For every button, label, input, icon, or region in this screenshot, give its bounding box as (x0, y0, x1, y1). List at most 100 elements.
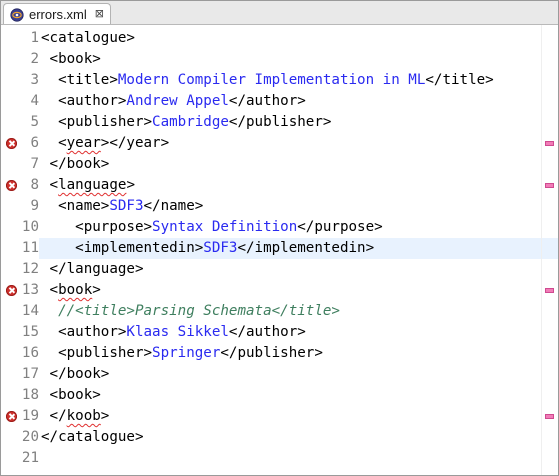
token-tag: > (92, 282, 101, 298)
token-tag: <author> (41, 93, 127, 109)
line-number: 19 (21, 408, 39, 424)
line-number: 6 (30, 135, 39, 151)
line-number: 14 (21, 303, 39, 319)
line-text: <book> (41, 385, 101, 406)
token-tag: < (41, 282, 59, 298)
line-number: 4 (30, 93, 39, 109)
token-tag: < (41, 177, 59, 193)
line-text: //<title>Parsing Schemata</title> (41, 301, 340, 322)
line-text: <author>Andrew Appel</author> (41, 91, 306, 112)
token-value: SDF3 (203, 240, 238, 256)
error-marker[interactable] (545, 183, 554, 188)
code-line[interactable]: 20 </catalogue> (1, 427, 558, 448)
line-number: 8 (30, 177, 39, 193)
code-line[interactable]: 9 <name>SDF3</name> (1, 196, 558, 217)
code-line[interactable]: 1 <catalogue> (1, 28, 558, 49)
token-tag: </implementedin> (237, 240, 375, 256)
code-line[interactable]: 7 </book> (1, 154, 558, 175)
line-gutter: 10 (1, 217, 39, 238)
error-token: koob (66, 408, 101, 424)
token-tag: </publisher> (220, 345, 323, 361)
line-number: 18 (21, 387, 39, 403)
token-tag: > (100, 408, 110, 424)
error-marker[interactable] (545, 288, 554, 293)
token-tag: </purpose> (297, 219, 383, 235)
line-text: <book> (41, 49, 101, 70)
line-gutter: 15 (1, 322, 39, 343)
code-line[interactable]: 6 <year></year> (1, 133, 558, 154)
line-number: 10 (21, 219, 39, 235)
code-line[interactable]: 16 <publisher>Springer</publisher> (1, 343, 558, 364)
token-tag: <book> (41, 51, 101, 67)
error-marker[interactable] (545, 141, 554, 146)
token-value: Klaas Sikkel (126, 324, 229, 340)
tab-title: errors.xml (29, 6, 87, 22)
line-text: <author>Klaas Sikkel</author> (41, 322, 306, 343)
token-tag: <catalogue> (41, 30, 135, 46)
line-text: <year></year> (41, 133, 169, 154)
code-line[interactable]: 19 </koob> (1, 406, 558, 427)
line-gutter: 16 (1, 343, 39, 364)
code-line[interactable]: 17 </book> (1, 364, 558, 385)
line-number: 16 (21, 345, 39, 361)
line-gutter: 3 (1, 70, 39, 91)
line-text: <language> (41, 175, 135, 196)
code-line[interactable]: 15 <author>Klaas Sikkel</author> (1, 322, 558, 343)
token-tag: <publisher> (41, 114, 153, 130)
code-line[interactable]: 3 <title>Modern Compiler Implementation … (1, 70, 558, 91)
token-tag: </name> (143, 198, 204, 214)
code-line[interactable]: 5 <publisher>Cambridge</publisher> (1, 112, 558, 133)
line-gutter: 19 (1, 406, 39, 427)
code-area[interactable]: 1 <catalogue> 2 <book> 3 <title>Modern Comp… (1, 28, 558, 475)
token-tag: </catalogue> (41, 429, 144, 445)
line-number: 1 (30, 30, 39, 46)
code-line[interactable]: 12 </language> (1, 259, 558, 280)
line-text: <implementedin>SDF3</implementedin> (41, 238, 374, 259)
line-text: </language> (41, 259, 144, 280)
close-icon[interactable]: ⊠ (95, 7, 104, 20)
xml-editor: errors.xml ⊠ 1 <catalogue> 2 <book> 3 <titl… (0, 0, 559, 476)
code-line[interactable]: 2 <book> (1, 49, 558, 70)
line-text: <purpose>Syntax Definition</purpose> (41, 217, 383, 238)
line-number: 21 (21, 450, 39, 466)
code-line[interactable]: 18 <book> (1, 385, 558, 406)
token-tag: ></year> (100, 135, 170, 151)
line-gutter: 5 (1, 112, 39, 133)
overview-ruler[interactable] (541, 25, 558, 475)
token-tag: </language> (41, 261, 144, 277)
line-number: 9 (30, 198, 39, 214)
line-text: <title>Modern Compiler Implementation in… (41, 70, 494, 91)
error-token: language (58, 177, 127, 193)
token-value: Syntax Definition (152, 219, 298, 235)
token-tag: <author> (41, 324, 127, 340)
token-tag: </author> (228, 93, 306, 109)
token-comment: //<title>Parsing Schemata</title> (41, 303, 340, 319)
line-gutter: 7 (1, 154, 39, 175)
token-tag: < (41, 135, 67, 151)
editor-tab-bar: errors.xml ⊠ (1, 1, 558, 25)
code-line[interactable]: 21 (1, 448, 558, 469)
line-text: <publisher>Cambridge</publisher> (41, 112, 331, 133)
code-line[interactable]: 10 <purpose>Syntax Definition</purpose> (1, 217, 558, 238)
line-number: 17 (21, 366, 39, 382)
token-tag: </title> (425, 72, 494, 88)
line-gutter: 1 (1, 28, 39, 49)
line-number: 13 (21, 282, 39, 298)
tab-errors-xml[interactable]: errors.xml ⊠ (3, 3, 111, 24)
token-tag: </author> (228, 324, 306, 340)
code-line[interactable]: 14 //<title>Parsing Schemata</title> (1, 301, 558, 322)
line-gutter: 14 (1, 301, 39, 322)
line-text: </koob> (41, 406, 110, 427)
error-marker[interactable] (545, 414, 554, 419)
line-gutter: 9 (1, 196, 39, 217)
line-gutter: 13 (1, 280, 39, 301)
code-line[interactable]: 13 <book> (1, 280, 558, 301)
line-number: 7 (30, 156, 39, 172)
line-text: <publisher>Springer</publisher> (41, 343, 323, 364)
token-tag: </publisher> (228, 114, 332, 130)
code-line[interactable]: 11 <implementedin>SDF3</implementedin> (1, 238, 558, 259)
error-token: book (58, 282, 93, 298)
code-line[interactable]: 4 <author>Andrew Appel</author> (1, 91, 558, 112)
code-line[interactable]: 8 <language> (1, 175, 558, 196)
token-tag: > (126, 177, 135, 193)
